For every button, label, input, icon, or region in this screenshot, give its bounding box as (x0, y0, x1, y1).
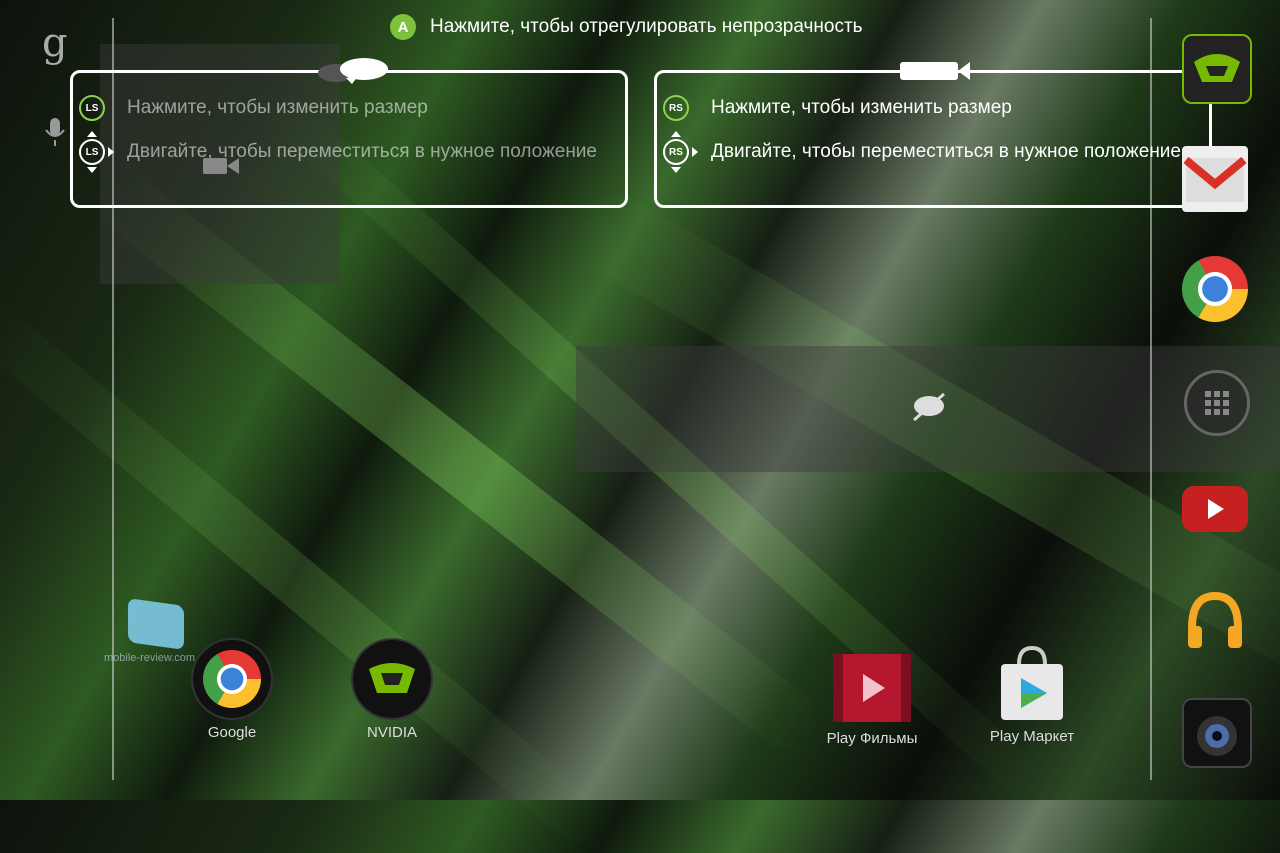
nvidia-shield-dock-icon[interactable] (1182, 34, 1252, 104)
right-resize-text: Нажмите, чтобы изменить размер (711, 97, 1012, 118)
camera-icon[interactable] (1182, 698, 1252, 768)
app-play-movies[interactable]: Play Фильмы (820, 654, 924, 747)
play-movies-icon (833, 654, 911, 722)
play-music-icon[interactable] (1182, 588, 1248, 654)
ls-stick-move-icon: LS (79, 139, 105, 165)
watermark-text: mobile-review.com (104, 652, 196, 664)
left-resize-text: Нажмите, чтобы изменить размер (127, 97, 428, 118)
app-label: NVIDIA (366, 724, 417, 741)
all-apps-icon[interactable] (1184, 370, 1250, 436)
opacity-hint: A Нажмите, чтобы отрегулировать непрозра… (390, 14, 863, 40)
ls-stick-icon: LS (79, 95, 105, 121)
app-google[interactable]: Google (186, 638, 278, 741)
right-move-row: RS Двигайте, чтобы переместиться в нужно… (663, 131, 1181, 173)
left-resize-row: LS Нажмите, чтобы изменить размер (79, 95, 428, 121)
chat-hidden-icon (913, 392, 945, 422)
play-market-icon (993, 644, 1071, 722)
rs-stick-move-icon: RS (663, 139, 689, 165)
app-label: Play Фильмы (826, 730, 918, 747)
app-label: Play Маркет (989, 728, 1075, 745)
overlay-right-window[interactable] (576, 346, 1280, 472)
left-move-text: Двигайте, чтобы переместиться в нужное п… (127, 141, 597, 162)
app-nvidia[interactable]: NVIDIA (346, 638, 438, 741)
watermark-logo (128, 598, 184, 650)
nvidia-folder-icon (351, 638, 433, 720)
a-button-icon: A (390, 14, 416, 40)
right-controls-panel: RS Нажмите, чтобы изменить размер RS Дви… (654, 62, 1212, 208)
right-move-text: Двигайте, чтобы переместиться в нужное п… (711, 141, 1181, 162)
left-controls-panel: LS Нажмите, чтобы изменить размер LS Дви… (70, 58, 628, 208)
wallpaper-streak (0, 300, 613, 853)
google-folder-icon (191, 638, 273, 720)
left-move-row: LS Двигайте, чтобы переместиться в нужно… (79, 131, 597, 173)
youtube-icon[interactable] (1182, 486, 1248, 532)
google-search-icon[interactable]: g (42, 20, 68, 66)
rs-stick-icon: RS (663, 95, 689, 121)
right-resize-row: RS Нажмите, чтобы изменить размер (663, 95, 1012, 121)
speech-bubble-icon (303, 58, 393, 84)
video-camera-small-icon (203, 158, 239, 174)
video-camera-icon (889, 59, 983, 83)
gmail-icon[interactable] (1182, 146, 1248, 212)
app-play-market[interactable]: Play Маркет (980, 644, 1084, 745)
microphone-icon[interactable] (44, 116, 66, 148)
app-label: Google (207, 724, 257, 741)
chrome-icon[interactable] (1182, 256, 1248, 322)
opacity-hint-text: Нажмите, чтобы отрегулировать непрозрачн… (430, 16, 863, 37)
